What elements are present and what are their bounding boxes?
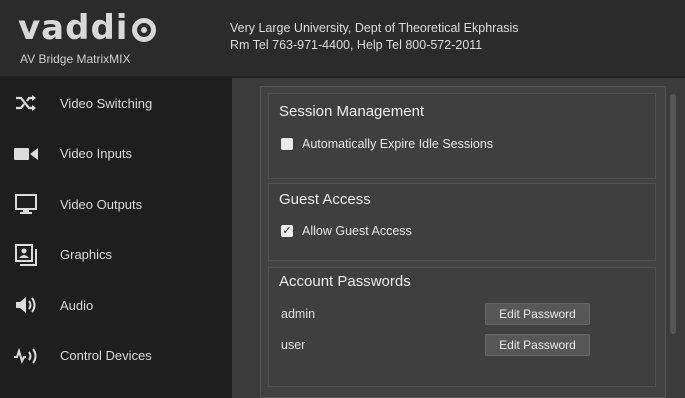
checkbox-label: Allow Guest Access [302,224,412,238]
graphics-icon [12,243,40,267]
sidebar-nav: Video Switching Video Inputs Video Outpu… [0,78,232,398]
allow-guest-access-option[interactable]: ✓ Allow Guest Access [281,224,412,238]
section-title: Guest Access [279,191,371,208]
account-row-admin: admin Edit Password [281,303,601,325]
organization-name: Very Large University, Dept of Theoretic… [230,21,519,35]
app-header: vaddi AV Bridge MatrixMIX Very Large Uni… [0,0,685,78]
account-name: admin [281,307,316,321]
sidebar-item-video-outputs[interactable]: Video Outputs [0,179,232,230]
account-name: user [281,338,306,352]
sidebar-item-control-devices[interactable]: Control Devices [0,331,232,382]
checkbox-label: Automatically Expire Idle Sessions [302,137,494,151]
guest-access-section: Guest Access ✓ Allow Guest Access [268,183,656,261]
sidebar-item-label: Video Inputs [60,146,133,162]
account-passwords-section: Account Passwords admin Edit Password us… [268,267,656,387]
section-title: Account Passwords [279,273,411,290]
account-row-user: user Edit Password [281,334,601,356]
speaker-icon [12,293,40,317]
edit-password-button-admin[interactable]: Edit Password [485,303,590,325]
logo-text: vaddi [18,8,129,48]
sidebar-item-label: Audio [60,297,94,313]
sidebar-item-label: Video Switching [60,95,153,111]
shuffle-icon [12,91,40,115]
vaddio-logo: vaddi [18,10,223,46]
brand: vaddi AV Bridge MatrixMIX [18,10,223,66]
session-management-section: Session Management Automatically Expire … [268,93,656,179]
sidebar-item-label: Video Outputs [60,196,143,212]
monitor-icon [12,192,40,216]
allow-guest-access-checkbox[interactable]: ✓ [281,225,293,237]
sidebar-item-video-switching[interactable]: Video Switching [0,78,232,129]
edit-password-button-user[interactable]: Edit Password [485,334,590,356]
scrollbar[interactable] [670,94,676,334]
main-content: Session Management Automatically Expire … [232,78,685,398]
organization-info: Very Large University, Dept of Theoretic… [230,20,519,54]
sidebar-item-graphics[interactable]: Graphics [0,230,232,281]
sidebar-item-audio[interactable]: Audio [0,280,232,331]
section-title: Session Management [279,103,425,120]
sidebar-item-label: Graphics [60,247,113,263]
security-panel: Session Management Automatically Expire … [260,86,666,398]
expire-idle-sessions-checkbox[interactable] [281,138,293,150]
organization-phone: Rm Tel 763-971-4400, Help Tel 800-572-20… [230,38,483,52]
control-icon [12,344,40,368]
sidebar-item-label: Control Devices [60,348,152,364]
logo-o-icon [132,18,157,42]
product-name: AV Bridge MatrixMIX [20,52,131,66]
sidebar-item-video-inputs[interactable]: Video Inputs [0,129,232,180]
expire-idle-sessions-option[interactable]: Automatically Expire Idle Sessions [281,137,493,151]
camera-icon [12,142,40,166]
